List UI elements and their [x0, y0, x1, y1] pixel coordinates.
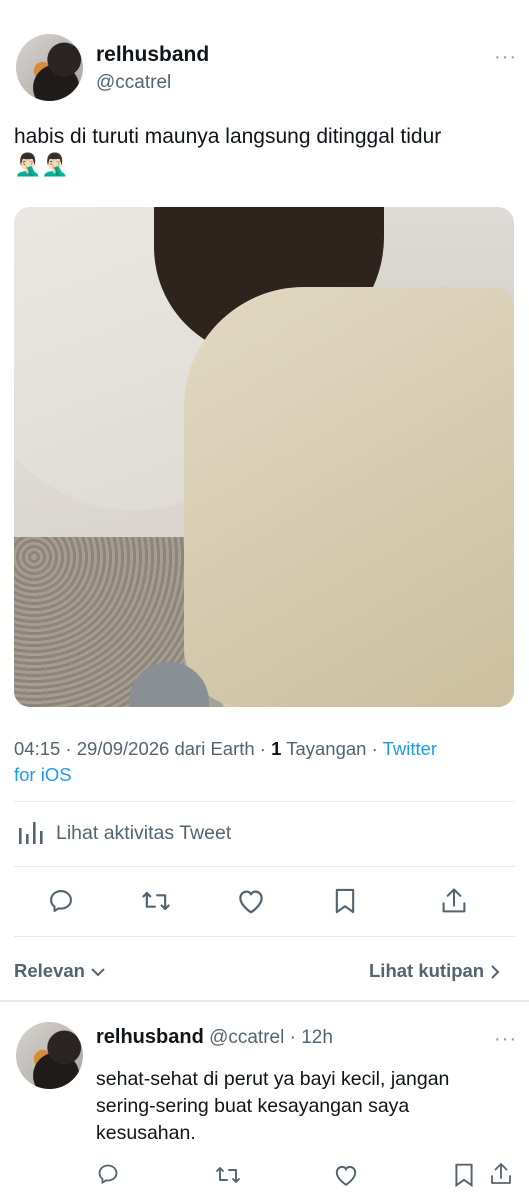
views-label: Tayangan	[286, 738, 367, 759]
meta-separator: ·	[371, 738, 378, 759]
author-handle[interactable]: @ccatrel	[96, 72, 171, 94]
reply-time: · 12h	[289, 1027, 333, 1048]
reply-retweet-icon[interactable]	[214, 1163, 242, 1187]
author-display-name[interactable]: relhusband	[96, 43, 209, 67]
view-quotes-link[interactable]: Lihat kutipan	[369, 960, 501, 982]
reply-avatar[interactable]	[16, 1022, 83, 1089]
view-activity-link[interactable]: Lihat aktivitas Tweet	[56, 822, 231, 845]
reply-reply-icon[interactable]	[96, 1162, 120, 1186]
reply-icon[interactable]	[47, 887, 75, 915]
tweet-text: habis di turuti maunya langsung ditingga…	[14, 125, 442, 148]
blanket	[184, 287, 514, 707]
more-options-icon[interactable]: ···	[494, 47, 517, 67]
chevron-down-icon	[90, 966, 106, 978]
reply-share-icon[interactable]	[489, 1160, 513, 1188]
divider	[14, 801, 515, 802]
reply-header: relhusband @ccatrel · 12h	[96, 1026, 333, 1049]
reply-like-icon[interactable]	[333, 1163, 359, 1187]
share-icon[interactable]	[440, 886, 468, 916]
reply-bookmark-icon[interactable]	[453, 1162, 475, 1188]
sort-replies-button[interactable]: Relevan	[14, 960, 106, 982]
reply-text: sehat-sehat di perut ya bayi kecil, jang…	[96, 1066, 449, 1147]
reply-text-line-3: kesusahan.	[96, 1122, 196, 1144]
source-link[interactable]: Twitter	[383, 738, 437, 759]
divider	[14, 866, 515, 867]
tweet-emojis: 🤦🏻‍♂️🤦🏻‍♂️	[14, 152, 69, 177]
retweet-icon[interactable]	[140, 887, 172, 915]
reply-display-name[interactable]: relhusband	[96, 1026, 204, 1048]
like-icon[interactable]	[236, 887, 266, 915]
divider	[14, 936, 515, 937]
reply-text-line-1: sehat-sehat di perut ya bayi kecil, jang…	[96, 1068, 450, 1090]
analytics-icon[interactable]	[18, 820, 44, 846]
author-avatar[interactable]	[16, 34, 83, 101]
reply-text-line-2: sering-sering buat kesayangan saya	[96, 1095, 410, 1117]
section-divider	[0, 1000, 529, 1002]
source-link-continued[interactable]: for iOS	[14, 764, 72, 786]
tweet-meta: 04:15 · 29/09/2026 dari Earth · 1 Tayang…	[14, 738, 437, 760]
bookmark-icon[interactable]	[333, 887, 357, 915]
reply-more-options-icon[interactable]: ···	[494, 1029, 517, 1049]
tweet-photo[interactable]	[14, 207, 514, 707]
views-count: 1	[271, 738, 282, 759]
quotes-label: Lihat kutipan	[369, 960, 485, 981]
reply-handle[interactable]: @ccatrel	[209, 1027, 284, 1048]
chevron-right-icon	[489, 964, 501, 980]
sort-label: Relevan	[14, 960, 85, 981]
tweet-timestamp: 04:15 · 29/09/2026 dari Earth ·	[14, 738, 266, 759]
